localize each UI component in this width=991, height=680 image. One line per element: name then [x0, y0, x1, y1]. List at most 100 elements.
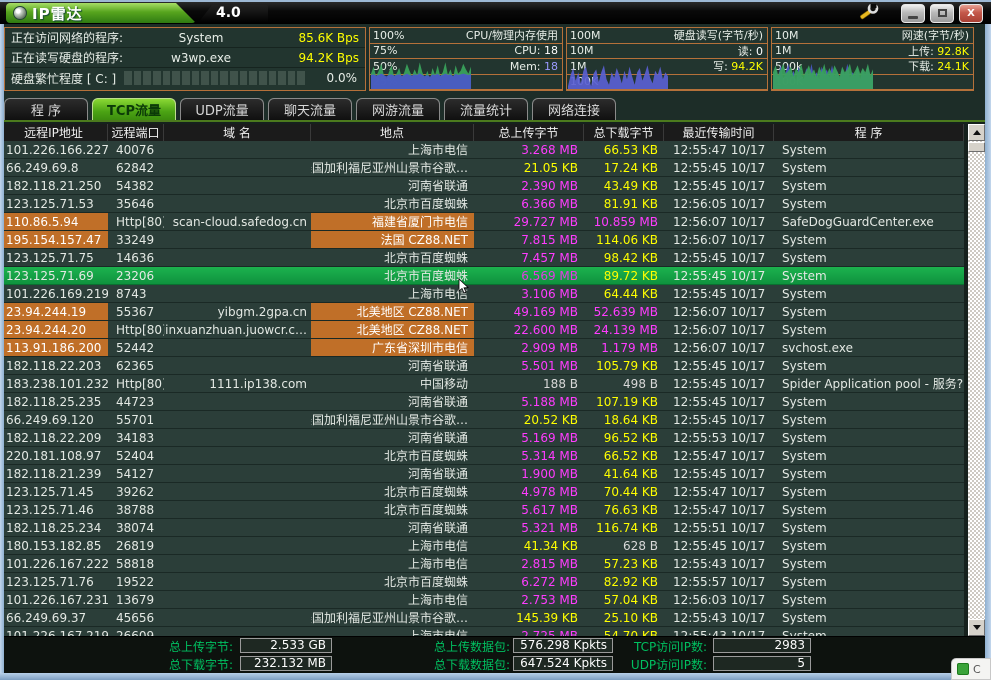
table-row[interactable]: 66.249.69.3745656美国加利福尼亚州山景市谷歌…145.39 KB… [0, 609, 964, 627]
cell-dom [164, 231, 311, 248]
cell-port: 14636 [108, 249, 164, 266]
table-row[interactable]: 183.238.101.232Http[80]1111.ip138.com中国移… [0, 375, 964, 393]
radar-icon [13, 6, 27, 20]
tab-4[interactable]: 网游流量 [356, 98, 440, 120]
cell-port: 58818 [108, 555, 164, 572]
table-row[interactable]: 182.118.22.20934183河南省联通5.169 MB96.52 KB… [0, 429, 964, 447]
cell-up: 5.321 MB [474, 519, 584, 536]
cell-port: 55367 [108, 303, 164, 320]
cell-down: 116.74 KB [584, 519, 664, 536]
cell-up: 6.366 MB [474, 195, 584, 212]
maximize-button[interactable] [930, 4, 954, 23]
settings-wrench-icon[interactable] [857, 4, 879, 22]
cell-dom [164, 159, 311, 176]
progress-segment [153, 71, 161, 85]
table-row[interactable]: 182.118.25.23544723河南省联通5.188 MB107.19 K… [0, 393, 964, 411]
tray-popup-fragment[interactable]: C [951, 658, 991, 680]
cell-time: 12:55:43 10/17 [664, 555, 774, 572]
cell-time: 12:55:45 10/17 [664, 465, 774, 482]
disk-program-row: 正在读写硬盘的程序: w3wp.exe 94.2K Bps [5, 48, 365, 68]
cell-time: 12:56:07 10/17 [664, 321, 774, 338]
table-row[interactable]: 110.86.5.94Http[80]scan-cloud.safedog.cn… [0, 213, 964, 231]
tab-active-1[interactable]: TCP流量 [92, 98, 176, 120]
cell-prog: System [774, 447, 964, 464]
cell-port: 62842 [108, 159, 164, 176]
column-header[interactable]: 总上传字节 [474, 124, 584, 141]
cell-up: 2.390 MB [474, 177, 584, 194]
column-header[interactable]: 域 名 [164, 124, 311, 141]
tab-2[interactable]: UDP流量 [180, 98, 264, 120]
cell-loc: 上海市电信 [311, 141, 474, 158]
cell-prog: System [774, 141, 964, 158]
table-row[interactable]: 195.154.157.4733249法国 CZ88.NET7.815 MB11… [0, 231, 964, 249]
cell-prog: System [774, 159, 964, 176]
minimize-button[interactable] [901, 4, 925, 23]
table-row[interactable]: 220.181.108.9752404北京市百度蜘蛛5.314 MB66.52 … [0, 447, 964, 465]
footer-value-box: 232.132 MB [240, 656, 332, 671]
scroll-down-button[interactable] [968, 619, 985, 636]
cell-prog: System [774, 483, 964, 500]
cell-ip: 101.226.167.222 [0, 555, 108, 572]
totals-footer: 总上传字节:2.533 GB总上传数据包:576.298 KpktsTCP访问I… [0, 636, 991, 673]
cell-time: 12:56:05 10/17 [664, 195, 774, 212]
table-row[interactable]: 182.118.21.25054382河南省联通2.390 MB43.49 KB… [0, 177, 964, 195]
table-row[interactable]: 23.94.244.20Http[80]wujinxuanzhuan.juowc… [0, 321, 964, 339]
close-button[interactable]: X [959, 4, 983, 23]
graph-band: 100M硬盘读写(字节/秒) [567, 28, 767, 44]
footer-value-box: 647.524 Kpkts [513, 656, 613, 671]
tab-3[interactable]: 聊天流量 [268, 98, 352, 120]
column-header[interactable]: 程 序 [774, 124, 964, 141]
tab-0[interactable]: 程 序 [4, 98, 88, 120]
table-row[interactable]: 123.125.71.4539262北京市百度蜘蛛4.978 MB70.44 K… [0, 483, 964, 501]
table-row[interactable]: 113.91.186.20052442广东省深圳市电信2.909 MB1.179… [0, 339, 964, 357]
table-row[interactable]: 66.249.69.12055701美国加利福尼亚州山景市谷歌…20.52 KB… [0, 411, 964, 429]
cell-prog: SafeDogGuardCenter.exe [774, 213, 964, 230]
table-row[interactable]: 182.118.21.23954127河南省联通1.900 MB41.64 KB… [0, 465, 964, 483]
table-row[interactable]: 123.125.71.7514636北京市百度蜘蛛7.457 MB98.42 K… [0, 249, 964, 267]
cell-down: 107.19 KB [584, 393, 664, 410]
table-row-selected[interactable]: 123.125.71.6923206北京市百度蜘蛛6.569 MB89.72 K… [0, 267, 964, 285]
column-header[interactable]: 远程IP地址 [0, 124, 108, 141]
table-row[interactable]: 101.226.169.2198743上海市电信3.106 MB64.44 KB… [0, 285, 964, 303]
progress-segment [143, 71, 151, 85]
table-row[interactable]: 66.249.69.862842美国加利福尼亚州山景市谷歌…21.05 KB17… [0, 159, 964, 177]
window-border-bottom [0, 673, 991, 680]
table-row[interactable]: 101.226.167.22258818上海市电信2.815 MB57.23 K… [0, 555, 964, 573]
table-row[interactable]: 182.118.22.20362365河南省联通5.501 MB105.79 K… [0, 357, 964, 375]
cell-port: Http[80] [108, 213, 164, 230]
cell-ip: 182.118.22.203 [0, 357, 108, 374]
scale-label: 10M [567, 44, 594, 57]
table-row[interactable]: 23.94.244.1955367yibgm.2gpa.cn北美地区 CZ88.… [0, 303, 964, 321]
table-row[interactable]: 182.118.25.23438074河南省联通5.321 MB116.74 K… [0, 519, 964, 537]
table-row[interactable]: 101.226.166.22740076上海市电信3.268 MB66.53 K… [0, 141, 964, 159]
column-header[interactable]: 远程端口 [108, 124, 164, 141]
cell-down: 82.92 KB [584, 573, 664, 590]
table-row[interactable]: 101.226.167.21926609上海市电信2.725 MB54.70 K… [0, 627, 964, 636]
cell-ip: 66.249.69.8 [0, 159, 108, 176]
graph-stat: 上传: 92.8K [792, 43, 974, 59]
cell-loc: 河南省联通 [311, 357, 474, 374]
table-row[interactable]: 123.125.71.4638788北京市百度蜘蛛5.617 MB76.63 K… [0, 501, 964, 519]
table-row[interactable]: 123.125.71.5335646北京市百度蜘蛛6.366 MB81.91 K… [0, 195, 964, 213]
table-scrollbar[interactable] [968, 124, 985, 636]
cell-port: 52404 [108, 447, 164, 464]
cell-prog: System [774, 393, 964, 410]
cell-prog: System [774, 303, 964, 320]
table-row[interactable]: 180.153.182.8526819上海市电信41.34 KB628 B12:… [0, 537, 964, 555]
disk-program-label: 正在读写硬盘的程序: [5, 49, 123, 66]
tab-5[interactable]: 流量统计 [444, 98, 528, 120]
cell-dom [164, 339, 311, 356]
cell-time: 12:56:07 10/17 [664, 213, 774, 230]
column-header[interactable]: 地点 [311, 124, 474, 141]
footer-label: 总下载数据包: [408, 656, 510, 673]
column-header[interactable]: 最近传输时间 [664, 124, 774, 141]
cell-prog: System [774, 573, 964, 590]
scrollbar-thumb[interactable] [968, 142, 985, 152]
tab-6[interactable]: 网络连接 [532, 98, 616, 120]
table-row[interactable]: 101.226.167.23113679上海市电信2.753 MB57.04 K… [0, 591, 964, 609]
cell-loc: 上海市电信 [311, 537, 474, 554]
table-row[interactable]: 123.125.71.7619522北京市百度蜘蛛6.272 MB82.92 K… [0, 573, 964, 591]
column-header[interactable]: 总下载字节 [584, 124, 664, 141]
scroll-up-button[interactable] [968, 124, 985, 141]
cell-down: 57.04 KB [584, 591, 664, 608]
